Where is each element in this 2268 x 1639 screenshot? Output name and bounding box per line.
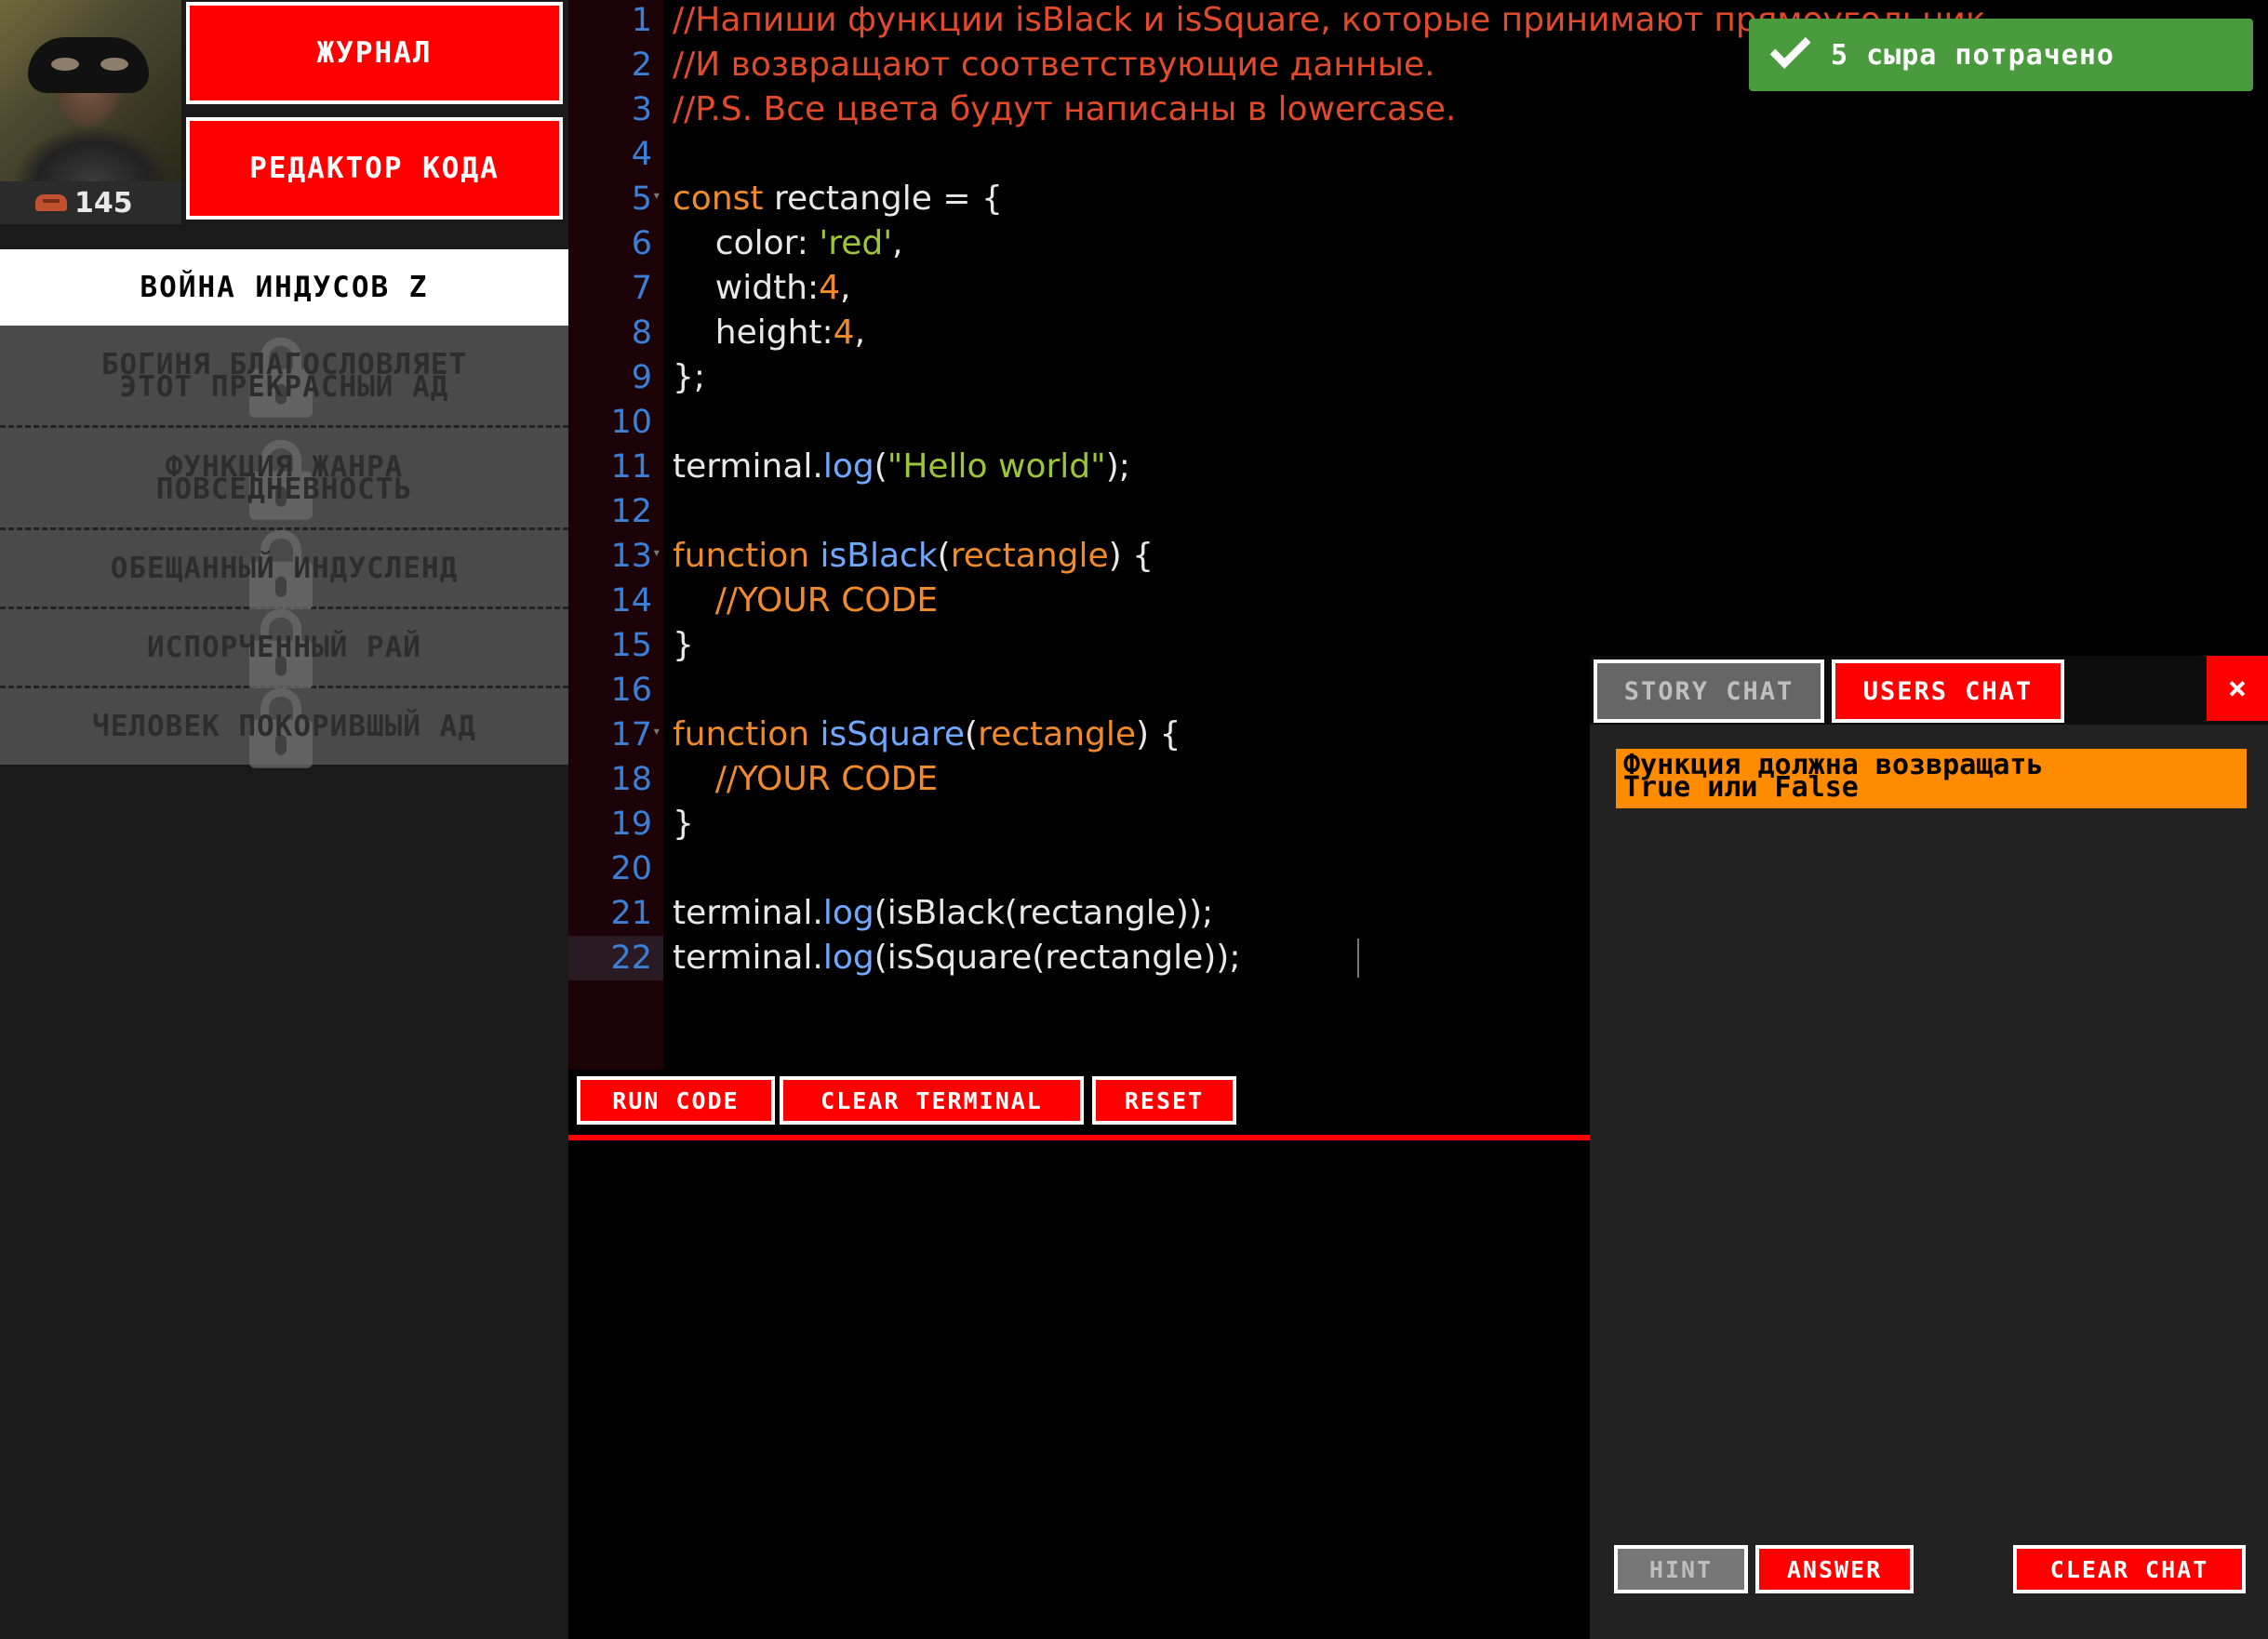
answer-button[interactable]: ANSWER [1755, 1545, 1914, 1593]
line-number: 10 [610, 404, 652, 441]
chapter-item-locked[interactable]: ИСПОРЧЕННЫЙ РАЙ [0, 608, 568, 689]
code-line: //YOUR CODE [673, 760, 939, 798]
hint-button[interactable]: HINT [1614, 1545, 1748, 1593]
reset-button[interactable]: RESET [1092, 1076, 1236, 1125]
chat-panel: STORY CHAT USERS CHAT × Функция должна в… [1590, 656, 2268, 1639]
notification-toast[interactable]: 5 сыра потрачено [1749, 19, 2253, 91]
line-number: 8 [631, 314, 652, 352]
code-line: terminal.log(isSquare(rectangle)); [673, 939, 1241, 977]
tab-users-chat[interactable]: USERS CHAT [1832, 660, 2064, 723]
fold-arrow-icon[interactable]: ▾ [652, 186, 661, 204]
chapter-item-locked[interactable]: ОБЕЩАННЫЙ ИНДУСЛЕНД [0, 529, 568, 610]
line-number: 19 [610, 806, 652, 843]
code-line: terminal.log(isBlack(rectangle)); [673, 894, 1214, 932]
code-line: } [673, 805, 694, 843]
chapter-item-locked[interactable]: ЧЕЛОВЕК ПОКОРИВШЫЙ АД [0, 687, 568, 768]
line-number: 13 [610, 538, 652, 575]
code-line: terminal.log("Hello world"); [673, 447, 1130, 486]
clear-terminal-button[interactable]: CLEAR TERMINAL [780, 1076, 1084, 1125]
toast-text: 5 сыра потрачено [1831, 38, 2115, 72]
line-number: 6 [631, 225, 652, 262]
chapter-label: ИСПОРЧЕННЫЙ РАЙ [147, 631, 421, 664]
code-line: //YOUR CODE [673, 581, 939, 620]
text-cursor [1357, 939, 1359, 978]
run-code-button[interactable]: RUN CODE [577, 1076, 775, 1125]
clear-chat-button[interactable]: CLEAR CHAT [2013, 1545, 2246, 1593]
code-line: } [673, 626, 694, 664]
chapter-label: БОГИНЯ БЛАГОСЛОВЛЯЕТ ЭТОТ ПРЕКРАСНЫЙ АД [100, 347, 468, 404]
avatar-eye [100, 58, 128, 71]
code-line: width:4, [673, 269, 851, 307]
line-number: 14 [610, 582, 652, 620]
chat-tabs: STORY CHAT USERS CHAT × [1590, 656, 2268, 725]
code-line: const rectangle = { [673, 180, 1003, 218]
line-number: 21 [610, 895, 652, 932]
code-editor-button[interactable]: РЕДАКТОР КОДА [186, 117, 563, 220]
check-icon [1769, 28, 1811, 69]
line-number: 20 [610, 850, 652, 887]
line-number: 4 [631, 136, 652, 173]
chapter-label: ЧЕЛОВЕК ПОКОРИВШЫЙ АД [92, 710, 476, 743]
chat-message: Функция должна возвращать True или False [1616, 749, 2247, 808]
line-number: 1 [631, 2, 652, 39]
coins-counter: 145 [0, 181, 181, 224]
sidebar: 145 ЖУРНАЛ РЕДАКТОР КОДА ВОЙНА ИНДУСОВ Z… [0, 0, 568, 1639]
avatar-eye [51, 58, 79, 71]
terminal-output[interactable] [568, 1140, 1590, 1639]
avatar-mask [28, 37, 149, 93]
fold-arrow-icon[interactable]: ▾ [652, 543, 661, 561]
avatar[interactable] [0, 0, 181, 181]
chapter-item-locked[interactable]: БОГИНЯ БЛАГОСЛОВЛЯЕТ ЭТОТ ПРЕКРАСНЫЙ АД [0, 326, 568, 428]
code-line: }; [673, 358, 706, 396]
chapter-item-active[interactable]: ВОЙНА ИНДУСОВ Z [0, 249, 568, 326]
line-number: 16 [610, 672, 652, 709]
line-number: 12 [610, 493, 652, 530]
close-icon[interactable]: × [2207, 656, 2268, 721]
chapter-label: ФУНКЦИЯ ЖАНРА ПОВСЕДНЕВНОСТЬ [155, 449, 413, 506]
chapter-item-locked[interactable]: ФУНКЦИЯ ЖАНРА ПОВСЕДНЕВНОСТЬ [0, 428, 568, 530]
code-line: function isSquare(rectangle) { [673, 715, 1181, 753]
line-number: 5 [631, 180, 652, 218]
cheese-coin-icon [35, 194, 67, 211]
code-line: color: 'red', [673, 224, 903, 262]
fold-arrow-icon[interactable]: ▾ [652, 722, 661, 740]
code-editor[interactable]: 1 2 3 4 5 6 7 8 9 10 11 12 13 14 15 16 1… [568, 0, 1986, 1070]
journal-button[interactable]: ЖУРНАЛ [186, 2, 563, 104]
line-number: 15 [610, 627, 652, 664]
line-number: 2 [631, 47, 652, 84]
line-number: 7 [631, 270, 652, 307]
line-number: 9 [631, 359, 652, 396]
line-number: 18 [610, 761, 652, 798]
code-line: //И возвращают соответствующие данные. [673, 46, 1435, 84]
chapter-label: ОБЕЩАННЫЙ ИНДУСЛЕНД [110, 552, 459, 585]
line-number: 17 [610, 716, 652, 753]
line-number: 3 [631, 91, 652, 128]
code-line: function isBlack(rectangle) { [673, 537, 1154, 575]
code-line: height:4, [673, 313, 866, 352]
line-number: 11 [610, 448, 652, 486]
line-number: 22 [610, 939, 652, 977]
tab-story-chat[interactable]: STORY CHAT [1594, 660, 1824, 723]
code-line: //P.S. Все цвета будут написаны в lowerc… [673, 90, 1457, 128]
coins-value: 145 [74, 186, 133, 220]
